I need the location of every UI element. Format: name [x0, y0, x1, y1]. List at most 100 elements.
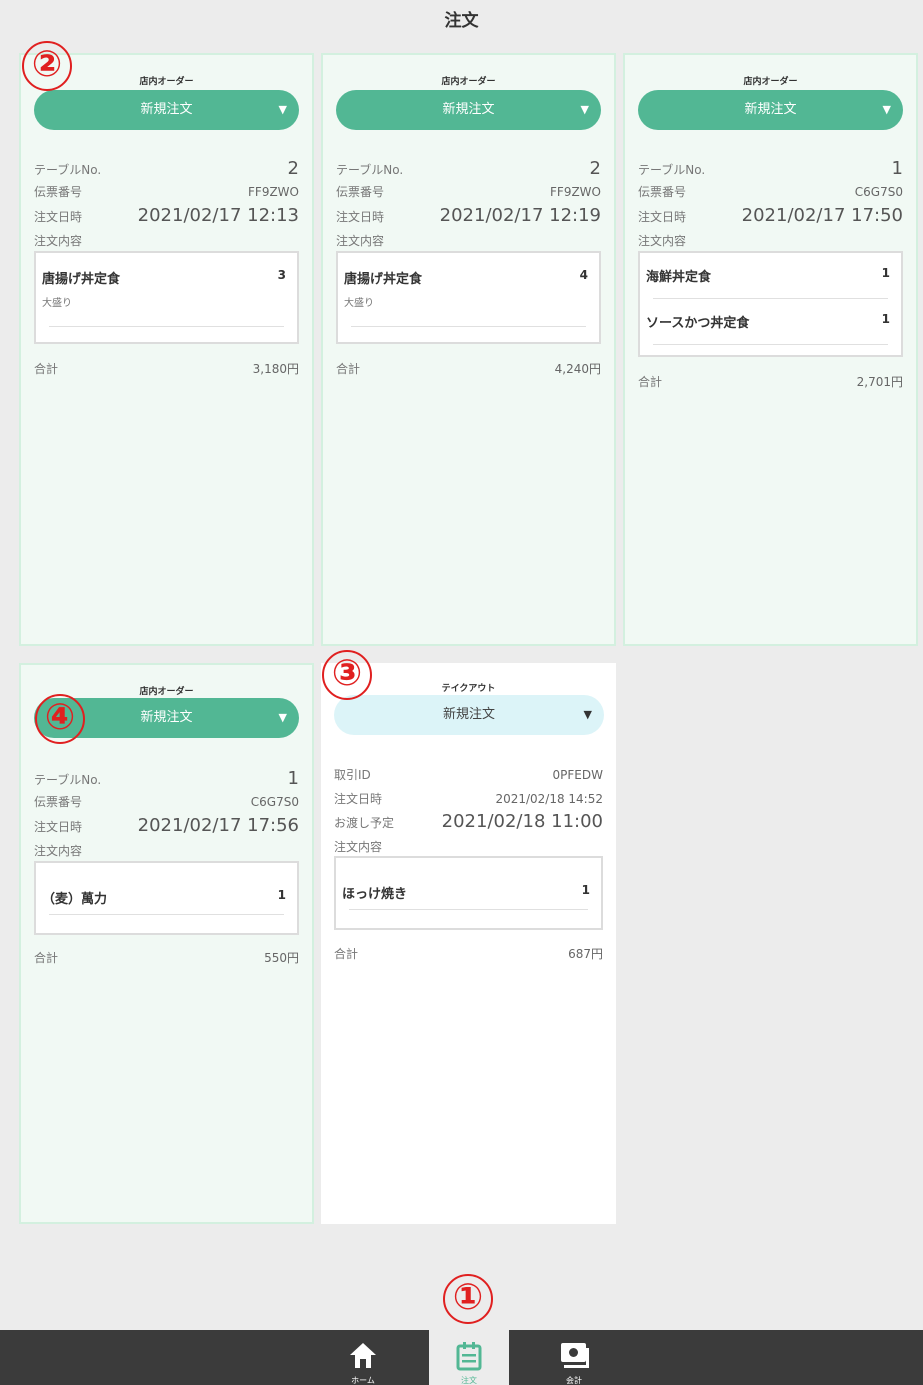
item-name: 海鮮丼定食 [646, 270, 712, 285]
items-box: （麦）萬力 1 [34, 861, 299, 935]
field-label: 伝票番号 [638, 185, 687, 199]
home-icon [350, 1343, 376, 1368]
items-box: ほっけ焼き 1 [334, 856, 603, 930]
field-value: FF9ZWO [550, 185, 601, 199]
list-item[interactable]: ほっけ焼き 1 [342, 858, 590, 910]
status-value: 新規注文 [744, 102, 797, 117]
bottom-nav: ホーム 注文 会計 [0, 1330, 923, 1385]
field-label: テーブルNo. [638, 163, 706, 177]
chevron-down-icon: ▼ [278, 711, 287, 724]
item-name: （麦）萬力 [42, 892, 108, 907]
nav-label: ホーム [351, 1376, 375, 1385]
field-row: 伝票番号 C6G7S0 [34, 793, 299, 810]
contents-label: 注文内容 [34, 234, 83, 248]
status-value: 新規注文 [140, 710, 193, 725]
total-value: 687円 [568, 947, 603, 961]
field-label: テーブルNo. [34, 773, 102, 787]
contents-row: 注文内容 [336, 232, 601, 249]
field-value: C6G7S0 [250, 795, 299, 809]
contents-label: 注文内容 [34, 844, 83, 858]
field-value: 2021/02/18 11:00 [441, 811, 603, 832]
item-qty: 1 [881, 266, 890, 280]
order-card[interactable]: 店内オーダー 新規注文 ▼ テーブルNo. 2 伝票番号 FF9ZWO 注文日時… [19, 53, 314, 646]
total-row: 合計 4,240円 [336, 360, 601, 377]
contents-row: 注文内容 [334, 838, 603, 855]
nav-label: 会計 [566, 1376, 582, 1385]
annotation-marker-3: ③ [322, 650, 372, 700]
nav-label: 注文 [461, 1376, 477, 1385]
order-type-label: 店内オーダー [441, 77, 496, 87]
field-label: 注文日時 [34, 820, 83, 834]
field-label: 注文日時 [34, 210, 83, 224]
status-value: 新規注文 [442, 102, 495, 117]
order-card[interactable]: 店内オーダー 新規注文 ▼ テーブルNo. 2 伝票番号 FF9ZWO 注文日時… [321, 53, 616, 646]
field-value: FF9ZWO [248, 185, 299, 199]
total-value: 2,701円 [856, 375, 903, 389]
order-card[interactable]: 店内オーダー 新規注文 ▼ テーブルNo. 1 伝票番号 C6G7S0 注文日時… [19, 663, 314, 1224]
field-value: 2021/02/17 17:56 [137, 815, 299, 836]
contents-row: 注文内容 [34, 842, 299, 859]
chevron-down-icon: ▼ [882, 103, 891, 116]
list-item[interactable]: 唐揚げ丼定食 3 大盛り [42, 253, 286, 327]
item-qty: 4 [579, 268, 588, 282]
total-label: 合計 [34, 951, 59, 965]
status-value: 新規注文 [442, 707, 495, 722]
field-label: 注文日時 [336, 210, 385, 224]
takeout-order-card[interactable]: テイクアウト 新規注文 ▼ 取引ID 0PFEDW 注文日時 2021/02/1… [321, 663, 616, 1224]
status-dropdown[interactable]: 新規注文 ▼ [34, 90, 299, 130]
contents-label: 注文内容 [638, 234, 687, 248]
item-qty: 1 [881, 312, 890, 326]
total-label: 合計 [334, 947, 359, 961]
field-label: テーブルNo. [34, 163, 102, 177]
field-row: 伝票番号 FF9ZWO [336, 183, 601, 200]
field-row: 注文日時 2021/02/17 12:19 [336, 205, 601, 226]
nav-home[interactable]: ホーム [323, 1330, 403, 1385]
list-item[interactable]: ソースかつ丼定食 1 [646, 299, 890, 345]
contents-label: 注文内容 [336, 234, 385, 248]
field-value: 1 [891, 158, 903, 179]
item-name: ほっけ焼き [342, 887, 408, 902]
chevron-down-icon: ▼ [278, 103, 287, 116]
list-item[interactable]: 唐揚げ丼定食 4 大盛り [344, 253, 588, 327]
field-row: 注文日時 2021/02/17 17:56 [34, 815, 299, 836]
item-qty: 1 [581, 883, 590, 897]
status-value: 新規注文 [140, 102, 193, 117]
field-value: 2021/02/17 12:19 [439, 205, 601, 226]
field-label: 伝票番号 [34, 795, 83, 809]
items-box: 唐揚げ丼定食 4 大盛り [336, 251, 601, 344]
status-dropdown[interactable]: 新規注文 ▼ [336, 90, 601, 130]
item-option: 大盛り [344, 298, 374, 309]
list-item[interactable]: （麦）萬力 1 [42, 863, 286, 915]
total-row: 合計 2,701円 [638, 373, 903, 390]
field-value: 1 [287, 768, 299, 789]
field-row: 注文日時 2021/02/17 12:13 [34, 205, 299, 226]
field-row: 注文日時 2021/02/18 14:52 [334, 790, 603, 807]
chevron-down-icon: ▼ [580, 103, 589, 116]
total-value: 550円 [264, 951, 299, 965]
items-box: 唐揚げ丼定食 3 大盛り [34, 251, 299, 344]
annotation-marker-1: ① [443, 1274, 493, 1324]
item-name: ソースかつ丼定食 [646, 316, 750, 331]
item-option: 大盛り [42, 298, 72, 309]
order-card[interactable]: 店内オーダー 新規注文 ▼ テーブルNo. 1 伝票番号 C6G7S0 注文日時… [623, 53, 918, 646]
field-label: 伝票番号 [34, 185, 83, 199]
list-item[interactable]: 海鮮丼定食 1 [646, 253, 890, 299]
item-name: 唐揚げ丼定食 [344, 272, 423, 287]
field-value: 2021/02/17 12:13 [137, 205, 299, 226]
nav-register[interactable]: 会計 [534, 1330, 614, 1385]
total-row: 合計 550円 [34, 949, 299, 966]
total-label: 合計 [34, 362, 59, 376]
status-dropdown[interactable]: 新規注文 ▼ [334, 695, 604, 735]
order-icon [456, 1342, 482, 1371]
field-row: お渡し予定 2021/02/18 11:00 [334, 811, 603, 832]
contents-row: 注文内容 [638, 232, 903, 249]
annotation-marker-2: ② [22, 41, 72, 91]
nav-order[interactable]: 注文 [429, 1330, 509, 1385]
status-dropdown[interactable]: 新規注文 ▼ [638, 90, 903, 130]
field-label: お渡し予定 [334, 816, 395, 830]
field-row: テーブルNo. 1 [638, 158, 903, 179]
item-qty: 1 [277, 888, 286, 902]
field-value: 2021/02/17 17:50 [741, 205, 903, 226]
field-row: 伝票番号 FF9ZWO [34, 183, 299, 200]
field-row: 伝票番号 C6G7S0 [638, 183, 903, 200]
